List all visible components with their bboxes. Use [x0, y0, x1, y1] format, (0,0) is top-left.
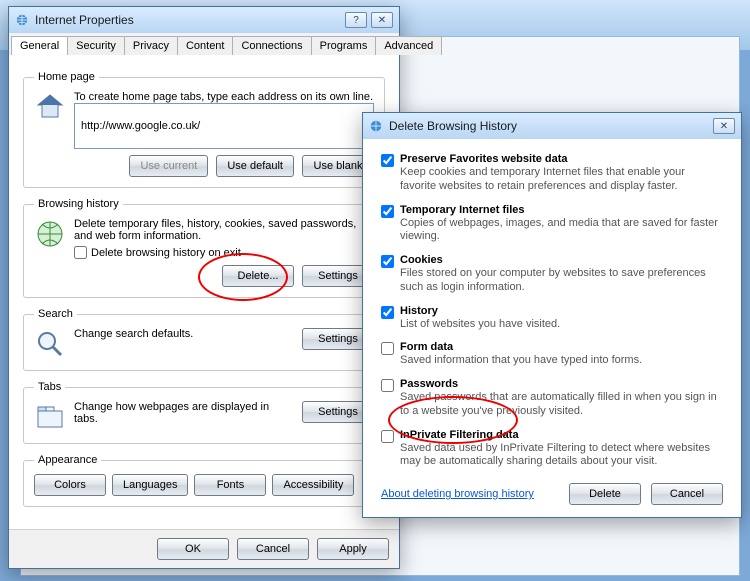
option-form-data: Form dataSaved information that you have… [381, 341, 723, 368]
option-desc: Keep cookies and temporary Internet file… [400, 166, 723, 194]
titlebar[interactable]: Delete Browsing History ✕ [363, 113, 741, 139]
option-desc: Copies of webpages, images, and media th… [400, 217, 723, 245]
homepage-url-input[interactable] [74, 103, 374, 149]
use-default-button[interactable]: Use default [216, 155, 294, 177]
delete-browsing-history-dialog: Delete Browsing History ✕ Preserve Favor… [362, 112, 742, 518]
group-appearance: Appearance Colors Languages Fonts Access… [23, 454, 385, 507]
tab-privacy[interactable]: Privacy [124, 36, 178, 55]
option-checkbox[interactable] [381, 379, 394, 392]
option-checkbox[interactable] [381, 154, 394, 167]
option-checkbox[interactable] [381, 306, 394, 319]
history-icon [34, 218, 66, 250]
option-checkbox[interactable] [381, 205, 394, 218]
option-label: InPrivate Filtering data [400, 429, 723, 441]
apply-button[interactable]: Apply [317, 538, 389, 560]
option-label: Passwords [400, 378, 723, 390]
dialog-footer: OK Cancel Apply [9, 529, 399, 568]
tab-general[interactable]: General [11, 36, 68, 55]
tab-security[interactable]: Security [67, 36, 125, 55]
option-desc: List of websites you have visited. [400, 318, 723, 332]
option-label: History [400, 305, 723, 317]
ok-button[interactable]: OK [157, 538, 229, 560]
option-label: Preserve Favorites website data [400, 153, 723, 165]
option-checkbox[interactable] [381, 430, 394, 443]
legend-homepage: Home page [34, 71, 99, 83]
tab-connections[interactable]: Connections [232, 36, 311, 55]
close-button[interactable]: ✕ [371, 12, 393, 28]
group-tabs: Tabs Change how webpages are displayed i… [23, 381, 385, 444]
search-icon [34, 328, 66, 360]
cancel-button[interactable]: Cancel [651, 483, 723, 505]
option-checkbox[interactable] [381, 255, 394, 268]
search-instruction: Change search defaults. [74, 328, 294, 340]
fonts-button[interactable]: Fonts [194, 474, 266, 496]
tabstrip: General Security Privacy Content Connect… [11, 35, 397, 55]
titlebar[interactable]: Internet Properties ? ✕ [9, 7, 399, 33]
internet-options-icon [15, 13, 29, 27]
home-icon [34, 91, 66, 123]
close-button[interactable]: ✕ [713, 118, 735, 134]
dialog-title: Delete Browsing History [389, 119, 517, 133]
option-passwords: PasswordsSaved passwords that are automa… [381, 378, 723, 419]
homepage-instruction: To create home page tabs, type each addr… [74, 91, 374, 103]
internet-properties-dialog: Internet Properties ? ✕ General Security… [8, 6, 400, 569]
internet-icon [369, 119, 383, 133]
help-button[interactable]: ? [345, 12, 367, 28]
legend-browsing-history: Browsing history [34, 198, 123, 210]
history-instruction: Delete temporary files, history, cookies… [74, 218, 374, 242]
tab-programs[interactable]: Programs [311, 36, 377, 55]
option-desc: Saved data used by InPrivate Filtering t… [400, 442, 723, 470]
accessibility-button[interactable]: Accessibility [272, 474, 354, 496]
option-history: HistoryList of websites you have visited… [381, 305, 723, 332]
tab-advanced[interactable]: Advanced [375, 36, 442, 55]
option-label: Form data [400, 341, 723, 353]
dialog-title: Internet Properties [35, 13, 134, 27]
option-desc: Files stored on your computer by website… [400, 267, 723, 295]
colors-button[interactable]: Colors [34, 474, 106, 496]
tab-content[interactable]: Content [177, 36, 234, 55]
group-search: Search Change search defaults. Settings [23, 308, 385, 371]
cancel-button[interactable]: Cancel [237, 538, 309, 560]
use-current-button[interactable]: Use current [129, 155, 208, 177]
delete-on-exit-label: Delete browsing history on exit [91, 247, 241, 259]
option-label: Temporary Internet files [400, 204, 723, 216]
option-label: Cookies [400, 254, 723, 266]
tabs-instruction: Change how webpages are displayed in tab… [74, 401, 294, 425]
option-cookies: CookiesFiles stored on your computer by … [381, 254, 723, 295]
group-homepage: Home page To create home page tabs, type… [23, 71, 385, 188]
option-temporary-internet-files: Temporary Internet filesCopies of webpag… [381, 204, 723, 245]
delete-button[interactable]: Delete [569, 483, 641, 505]
tabs-icon [34, 401, 66, 433]
legend-search: Search [34, 308, 77, 320]
legend-tabs: Tabs [34, 381, 65, 393]
option-preserve-favorites-website-data: Preserve Favorites website dataKeep cook… [381, 153, 723, 194]
about-link[interactable]: About deleting browsing history [381, 488, 534, 500]
languages-button[interactable]: Languages [112, 474, 188, 496]
option-desc: Saved passwords that are automatically f… [400, 391, 723, 419]
delete-history-button[interactable]: Delete... [222, 265, 294, 287]
option-checkbox[interactable] [381, 342, 394, 355]
option-inprivate-filtering-data: InPrivate Filtering dataSaved data used … [381, 429, 723, 470]
group-browsing-history: Browsing history Delete temporary files,… [23, 198, 385, 298]
option-desc: Saved information that you have typed in… [400, 354, 723, 368]
legend-appearance: Appearance [34, 454, 101, 466]
delete-on-exit-checkbox[interactable]: Delete browsing history on exit [74, 246, 374, 259]
